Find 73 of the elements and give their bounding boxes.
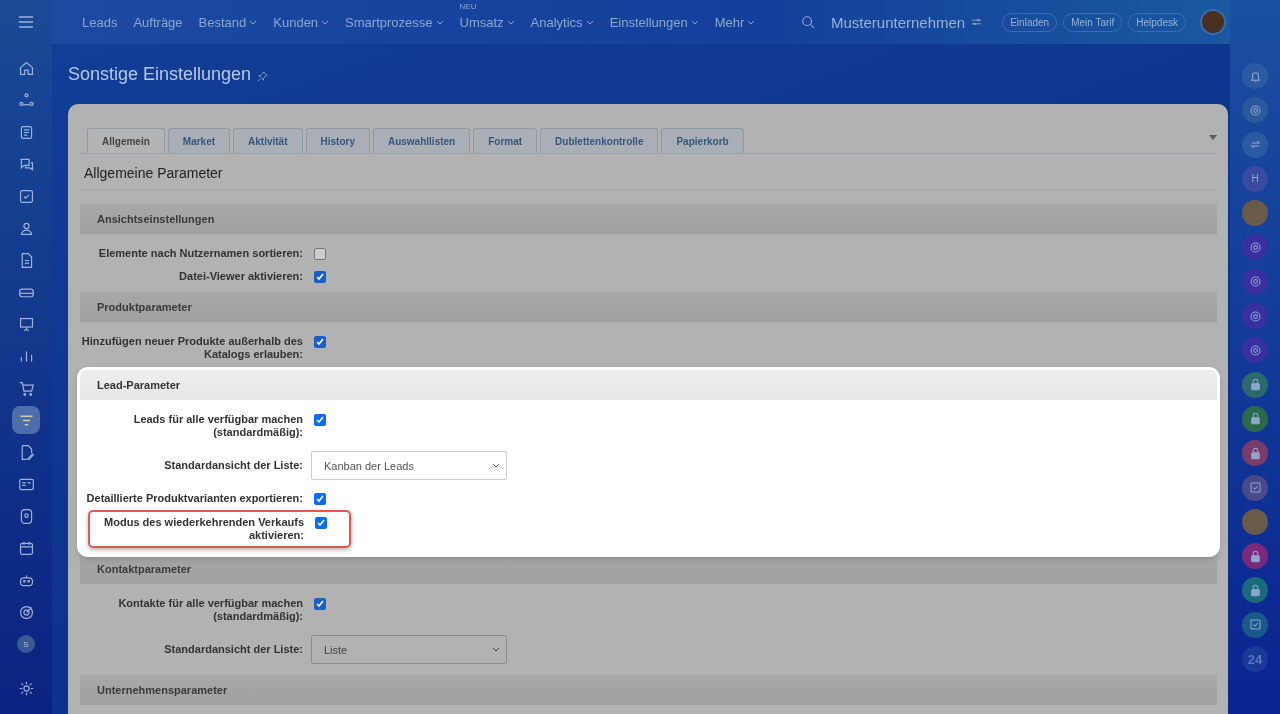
nav-link[interactable]: Bestand xyxy=(190,14,266,30)
chevron-down-icon xyxy=(492,647,500,652)
checkbox[interactable] xyxy=(315,517,327,529)
tab[interactable]: Format xyxy=(473,128,538,153)
nav-link[interactable]: Analytics xyxy=(522,14,602,30)
chevron-down-icon xyxy=(492,463,500,468)
swirl-icon[interactable] xyxy=(1242,234,1268,261)
tab[interactable]: History xyxy=(305,128,370,153)
settings-icon[interactable] xyxy=(971,17,983,27)
nav-link[interactable]: Smartprozesse xyxy=(337,14,452,30)
lock-icon[interactable] xyxy=(1242,543,1268,570)
section-header: Ansichtseinstellungen xyxy=(80,204,1217,234)
checkbox[interactable] xyxy=(314,414,326,426)
field-label: Elemente nach Nutzernamen sortieren: xyxy=(97,247,303,260)
swirl-icon[interactable] xyxy=(1242,97,1268,124)
check-icon[interactable] xyxy=(1242,474,1268,501)
cart-icon xyxy=(17,379,35,397)
tab[interactable]: Auswahllisten xyxy=(372,128,471,153)
field-label: Datei-Viewer aktivieren: xyxy=(178,270,303,283)
dropdown-field[interactable]: Liste xyxy=(311,635,507,664)
calendar-icon xyxy=(17,539,35,557)
field-label: Standardansicht der Liste: xyxy=(163,643,303,656)
field-label: Kontakte für alle verfügbar machen (standardmäßig): xyxy=(117,597,303,623)
section-heading: Allgemeine Parameter xyxy=(80,154,1217,190)
menu-icon[interactable] xyxy=(18,14,34,30)
field-label: Detaillierte Produktvarianten exportieren: xyxy=(85,492,303,505)
chat-avatar[interactable]: H xyxy=(1242,165,1268,192)
section-header: Produktparameter xyxy=(80,292,1217,322)
field-label: Standardansicht der Liste: xyxy=(163,459,303,472)
flow-icon xyxy=(17,91,35,109)
swirl-icon[interactable] xyxy=(1242,337,1268,364)
nav-link[interactable]: Umsatz xyxy=(451,14,523,30)
checkbox[interactable] xyxy=(314,248,326,260)
tab[interactable]: Aktivität xyxy=(233,128,303,153)
field-label: Hinzufügen neuer Produkte außerhalb des Katalogs erlauben: xyxy=(80,335,303,361)
chat-avatar[interactable]: 24 xyxy=(1242,646,1268,673)
nav-link[interactable]: Mehr xyxy=(706,14,764,30)
pin-icon[interactable] xyxy=(257,70,269,82)
nav-link[interactable]: Kunden xyxy=(265,14,338,30)
checkbox[interactable] xyxy=(314,598,326,610)
tab[interactable]: Market xyxy=(167,128,231,153)
task-icon xyxy=(17,187,35,205)
swirl-icon[interactable] xyxy=(1242,268,1268,295)
section-header: Unternehmensparameter xyxy=(80,675,1217,705)
tab[interactable]: Dublettenkontrolle xyxy=(540,128,659,153)
home-icon xyxy=(17,59,35,77)
field-label: Leads für alle verfügbar machen (standardmäßig): xyxy=(132,413,303,439)
caret-icon[interactable] xyxy=(1209,135,1217,140)
board-icon xyxy=(17,315,35,333)
nav-link[interactable]: Aufträge xyxy=(125,14,191,30)
tab[interactable]: Allgemein xyxy=(87,128,165,153)
checkbox[interactable] xyxy=(314,493,326,505)
checkbox[interactable] xyxy=(314,271,326,283)
search-icon[interactable] xyxy=(800,15,815,29)
company-name[interactable]: Musterunternehmen xyxy=(830,13,966,31)
tab[interactable]: Papierkorb xyxy=(661,128,744,153)
check-icon[interactable] xyxy=(1242,611,1268,638)
dropdown-field[interactable]: Kanban der Leads xyxy=(311,451,507,480)
target-icon xyxy=(17,603,35,621)
bell-icon[interactable] xyxy=(1242,63,1268,89)
lock-icon[interactable] xyxy=(1242,371,1268,398)
lock-icon[interactable] xyxy=(1242,405,1268,432)
lock-icon[interactable] xyxy=(1242,577,1268,604)
swirl-icon[interactable] xyxy=(1242,303,1268,330)
checkbox[interactable] xyxy=(314,336,326,348)
nav-link[interactable]: Leads xyxy=(74,14,126,30)
field-label: Modus des wiederkehrenden Verkaufs aktivieren: xyxy=(103,516,304,542)
new-label: NEU xyxy=(459,1,477,11)
user-initial-badge[interactable]: S xyxy=(12,630,40,658)
nav-link[interactable]: Einstellungen xyxy=(601,14,707,30)
section-header: Lead-Parameter xyxy=(80,370,1217,400)
lock-icon[interactable] xyxy=(1242,440,1268,467)
page-title: Sonstige Einstellungen xyxy=(68,63,252,85)
